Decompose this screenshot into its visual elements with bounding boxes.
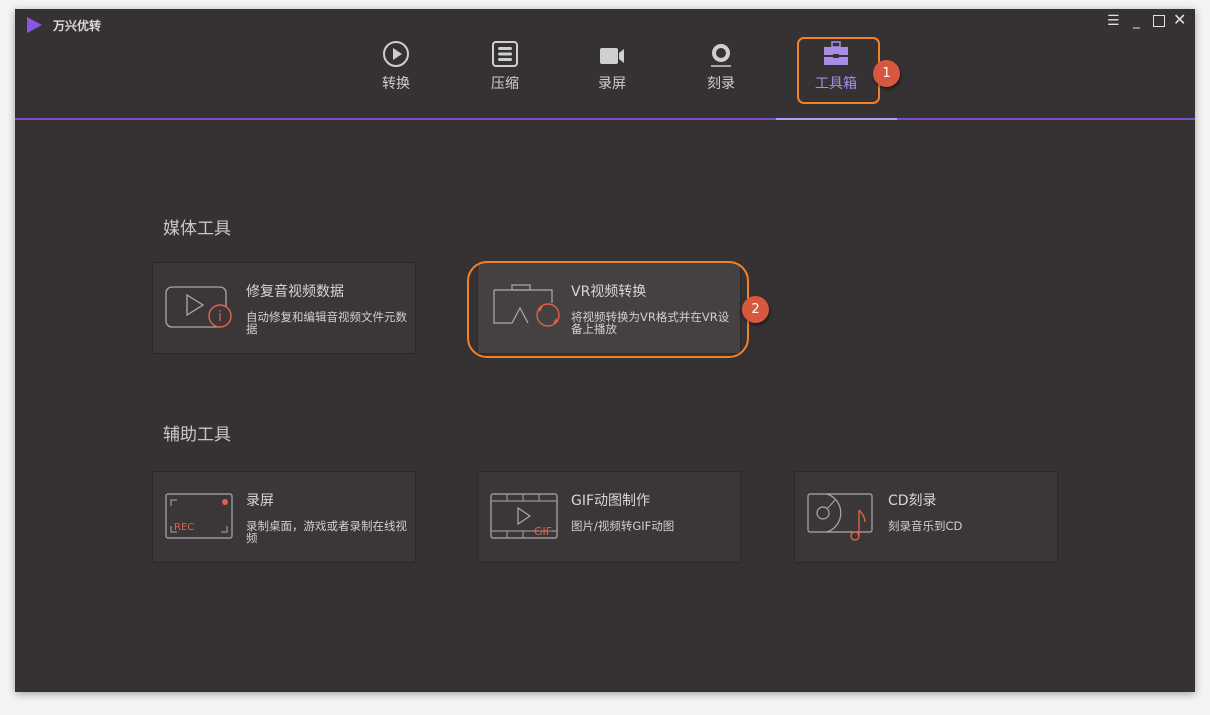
card-title: 录屏 xyxy=(246,493,274,509)
convert-icon xyxy=(383,41,409,67)
cd-music-icon xyxy=(807,493,873,541)
close-icon[interactable]: ✕ xyxy=(1173,10,1186,29)
tab-record[interactable]: 录屏 xyxy=(572,39,652,93)
app-title: 万兴优转 xyxy=(53,19,102,33)
card-cd-burn[interactable]: CD刻录 刻录音乐到CD xyxy=(794,471,1058,563)
vr-card-highlight xyxy=(467,261,749,358)
menu-icon[interactable]: ☰ xyxy=(1107,13,1120,29)
card-title: GIF动图制作 xyxy=(571,493,651,509)
svg-text:REC: REC xyxy=(174,522,194,533)
card-desc: 刻录音乐到CD xyxy=(888,519,963,533)
step-badge-1: 1 xyxy=(873,60,900,87)
card-repair-metadata[interactable]: i 修复音视频数据 自动修复和编辑音视频文件元数据 xyxy=(152,262,416,354)
section-title-aux: 辅助工具 xyxy=(163,425,231,445)
active-tab-indicator xyxy=(776,118,897,120)
tab-label: 转换 xyxy=(382,76,410,92)
compress-icon xyxy=(492,41,518,67)
header-divider xyxy=(15,118,1195,120)
card-screen-record[interactable]: REC 录屏 录制桌面，游戏或者录制在线视频 xyxy=(152,471,416,563)
section-title-media: 媒体工具 xyxy=(163,219,231,239)
toolbox-highlight xyxy=(797,37,880,104)
step-badge-2: 2 xyxy=(742,296,769,323)
tab-label: 录屏 xyxy=(598,76,626,92)
burn-icon xyxy=(711,44,731,67)
tab-convert[interactable]: 转换 xyxy=(356,39,436,93)
card-desc: 自动修复和编辑音视频文件元数据 xyxy=(246,310,407,336)
tab-burn[interactable]: 刻录 xyxy=(681,39,761,93)
app-logo-icon xyxy=(27,17,42,33)
video-info-icon: i xyxy=(165,286,232,328)
card-desc: 录制桌面，游戏或者录制在线视频 xyxy=(246,519,407,545)
card-title: CD刻录 xyxy=(888,493,937,509)
gif-film-icon: GIF xyxy=(490,493,558,539)
card-title: 修复音视频数据 xyxy=(246,284,344,300)
tab-compress[interactable]: 压缩 xyxy=(465,39,545,93)
card-desc: 图片/视频转GIF动图 xyxy=(571,519,675,533)
svg-text:GIF: GIF xyxy=(534,525,552,538)
svg-text:i: i xyxy=(218,309,222,325)
tab-label: 刻录 xyxy=(707,76,735,92)
rec-icon: REC xyxy=(165,493,233,539)
card-gif-maker[interactable]: GIF GIF动图制作 图片/视频转GIF动图 xyxy=(477,471,741,563)
app-window: 万兴优转 ☰ _ ✕ 转换 压缩 录屏 刻录 工具箱 1 媒体工具 i 修复音视… xyxy=(15,9,1195,692)
maximize-icon[interactable] xyxy=(1153,15,1165,27)
minimize-icon[interactable]: _ xyxy=(1133,13,1140,29)
record-icon xyxy=(600,48,624,64)
tab-label: 压缩 xyxy=(491,76,519,92)
